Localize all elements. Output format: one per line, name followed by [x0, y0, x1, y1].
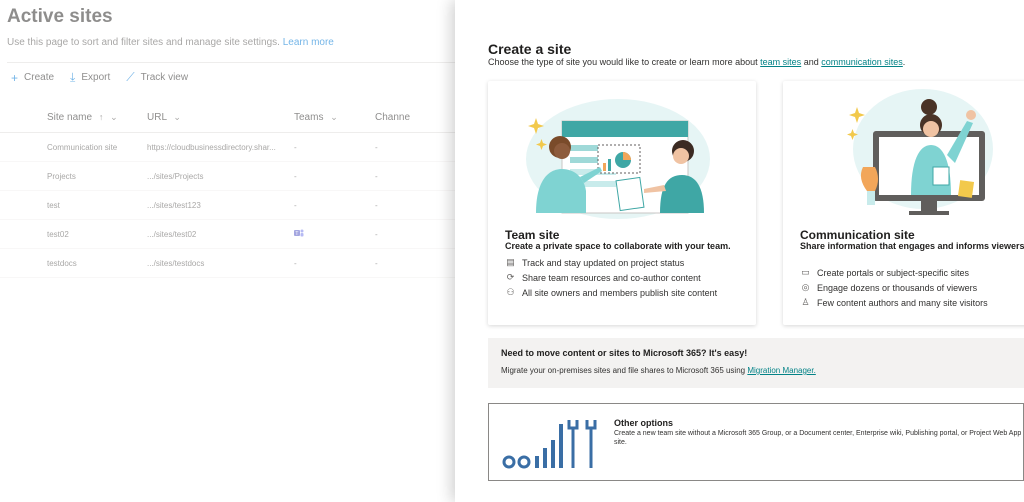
cell-url[interactable]: .../sites/Projects	[147, 172, 294, 181]
column-label: URL	[147, 112, 167, 123]
cell-channel: -	[375, 200, 378, 210]
feature-text: Share team resources and co-author conte…	[522, 272, 701, 283]
cell-teams: -	[294, 171, 297, 181]
feature-item: ♙ Few content authors and many site visi…	[800, 297, 988, 308]
column-label: Site name	[47, 112, 93, 123]
track-view-button[interactable]: ⟋ Track view	[126, 70, 188, 85]
description-text: Use this page to sort and filter sites a…	[7, 37, 280, 48]
column-url[interactable]: URL ⌄	[147, 112, 294, 123]
divider	[7, 62, 457, 63]
tools-illustration	[502, 420, 597, 469]
team-site-illustration	[526, 99, 710, 219]
feature-text: Create portals or subject-specific sites	[817, 267, 970, 278]
table-row[interactable]: test02 .../sites/test02 T -	[0, 220, 460, 249]
plus-icon: +	[11, 70, 19, 85]
communication-site-title: Communication site	[800, 228, 915, 242]
svg-text:T: T	[295, 231, 298, 237]
table-row[interactable]: testdocs .../sites/testdocs - -	[0, 249, 460, 278]
create-site-panel: Create a site Choose the type of site yo…	[455, 0, 1024, 502]
table-row[interactable]: Communication site https://cloudbusiness…	[0, 133, 460, 162]
column-teams[interactable]: Teams ⌄	[294, 112, 375, 123]
cell-url[interactable]: .../sites/test123	[147, 201, 294, 210]
chevron-down-icon: ⌄	[173, 112, 181, 122]
cell-channel: -	[375, 171, 378, 181]
communication-site-illustration	[847, 89, 993, 215]
team-site-card[interactable]: Team site Create a private space to coll…	[488, 81, 756, 325]
cell-teams: -	[294, 142, 297, 152]
cell-site-name[interactable]: testdocs	[0, 259, 147, 268]
migration-manager-link[interactable]: Migration Manager.	[747, 366, 815, 375]
table-header: Site name ↑ ⌄ URL ⌄ Teams ⌄ Channe	[0, 103, 460, 133]
feature-text: Few content authors and many site visito…	[817, 297, 988, 308]
learn-more-link[interactable]: Learn more	[283, 37, 334, 48]
people-icon: ⚇	[506, 287, 515, 297]
cell-channel: -	[375, 258, 378, 268]
cell-url[interactable]: .../sites/testdocs	[147, 259, 294, 268]
feature-item: ⟳ Share team resources and co-author con…	[505, 272, 701, 283]
feature-item: ◎ Engage dozens or thousands of viewers	[800, 282, 978, 293]
communication-sites-link[interactable]: communication sites	[821, 57, 903, 67]
track-view-label: Track view	[140, 72, 189, 83]
cell-teams: T	[294, 228, 375, 240]
column-channel[interactable]: Channe	[375, 112, 435, 123]
cell-site-name[interactable]: Projects	[0, 172, 147, 181]
other-options-title: Other options	[614, 418, 673, 428]
cell-site-name[interactable]: Communication site	[0, 143, 147, 152]
cell-channel: -	[375, 142, 378, 152]
cell-teams: -	[294, 200, 297, 210]
column-label: Teams	[294, 112, 324, 123]
table-row[interactable]: Projects .../sites/Projects - -	[0, 162, 460, 191]
communication-site-card[interactable]: Communication site Share information tha…	[783, 81, 1024, 325]
team-sites-link[interactable]: team sites	[760, 57, 801, 67]
sort-ascending-icon: ↑	[98, 112, 104, 122]
feature-text: Track and stay updated on project status	[522, 257, 685, 268]
panel-title: Create a site	[488, 41, 572, 57]
migration-description: Migrate your on-premises sites and file …	[501, 366, 746, 375]
clipboard-icon: ▤	[506, 257, 515, 267]
teams-icon: T	[294, 229, 304, 237]
team-site-description: Create a private space to collaborate wi…	[505, 241, 731, 251]
command-bar: + Create ⤓ Export ⟋ Track view	[11, 70, 204, 85]
cell-channel: -	[375, 229, 378, 239]
cell-site-name[interactable]: test	[0, 201, 147, 210]
create-button[interactable]: + Create	[11, 70, 54, 85]
portal-icon: ▭	[801, 267, 810, 277]
create-label: Create	[24, 72, 55, 83]
subtitle-and: and	[803, 57, 819, 67]
sync-icon: ⟳	[506, 272, 515, 282]
cell-url[interactable]: .../sites/test02	[147, 230, 294, 239]
chart-icon: ⟋	[126, 70, 135, 84]
cell-url[interactable]: https://cloudbusinessdirectory.shar...	[147, 143, 294, 152]
other-options-text: Create a new team site without a Microso…	[614, 430, 1022, 446]
person-edit-icon: ♙	[801, 297, 810, 307]
cell-teams: -	[294, 258, 297, 268]
panel-subtitle: Choose the type of site you would like t…	[488, 57, 905, 67]
feature-item: ▭ Create portals or subject-specific sit…	[800, 267, 969, 278]
broadcast-icon: ◎	[801, 282, 810, 292]
subtitle-text: Choose the type of site you would like t…	[488, 57, 758, 67]
sites-table: Site name ↑ ⌄ URL ⌄ Teams ⌄ Channe Commu…	[0, 103, 460, 278]
export-button[interactable]: ⤓ Export	[70, 70, 110, 85]
column-site-name[interactable]: Site name ↑ ⌄	[0, 112, 147, 123]
chevron-down-icon: ⌄	[110, 112, 118, 122]
other-options-card[interactable]: Other options Create a new team site wit…	[488, 403, 1024, 481]
communication-site-description: Share information that engages and infor…	[800, 241, 1024, 251]
table-row[interactable]: test .../sites/test123 - -	[0, 191, 460, 220]
export-label: Export	[81, 72, 111, 83]
team-site-title: Team site	[505, 228, 560, 242]
migration-text: Migrate your on-premises sites and file …	[501, 366, 816, 375]
page-title: Active sites	[7, 6, 113, 27]
feature-text: All site owners and members publish site…	[522, 287, 718, 298]
column-label: Channe	[375, 112, 411, 123]
cell-site-name[interactable]: test02	[0, 230, 147, 239]
migration-banner: Need to move content or sites to Microso…	[488, 338, 1024, 388]
download-icon: ⤓	[70, 70, 76, 84]
feature-text: Engage dozens or thousands of viewers	[817, 282, 978, 293]
subtitle-end: .	[902, 57, 906, 67]
feature-item: ▤ Track and stay updated on project stat…	[505, 257, 684, 268]
migration-title: Need to move content or sites to Microso…	[501, 348, 748, 358]
feature-item: ⚇ All site owners and members publish si…	[505, 287, 717, 298]
page-description: Use this page to sort and filter sites a…	[7, 37, 334, 48]
chevron-down-icon: ⌄	[330, 112, 338, 122]
